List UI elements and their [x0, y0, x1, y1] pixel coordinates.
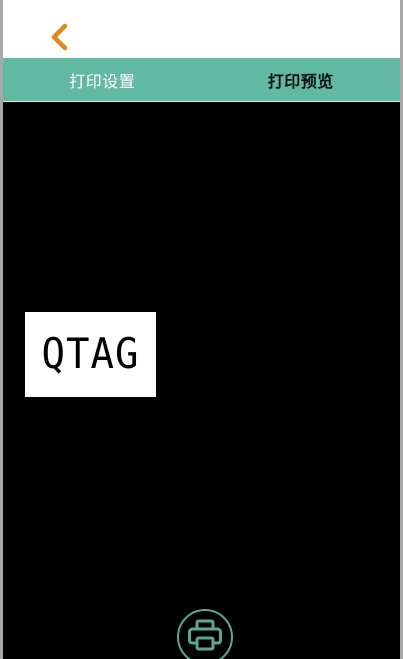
back-button[interactable] — [41, 18, 77, 56]
tab-print-preview[interactable]: 打印预览 — [202, 58, 401, 101]
tab-bar: 打印设置 打印预览 — [3, 58, 400, 102]
print-button[interactable] — [177, 609, 233, 659]
label-preview-card: QTAG — [25, 312, 156, 397]
label-preview-text: QTAG — [41, 330, 140, 379]
chevron-left-icon — [51, 23, 68, 51]
print-preview-area: QTAG — [3, 102, 400, 659]
top-bar — [3, 0, 400, 58]
printer-icon — [188, 619, 222, 651]
tab-print-settings[interactable]: 打印设置 — [3, 58, 202, 101]
